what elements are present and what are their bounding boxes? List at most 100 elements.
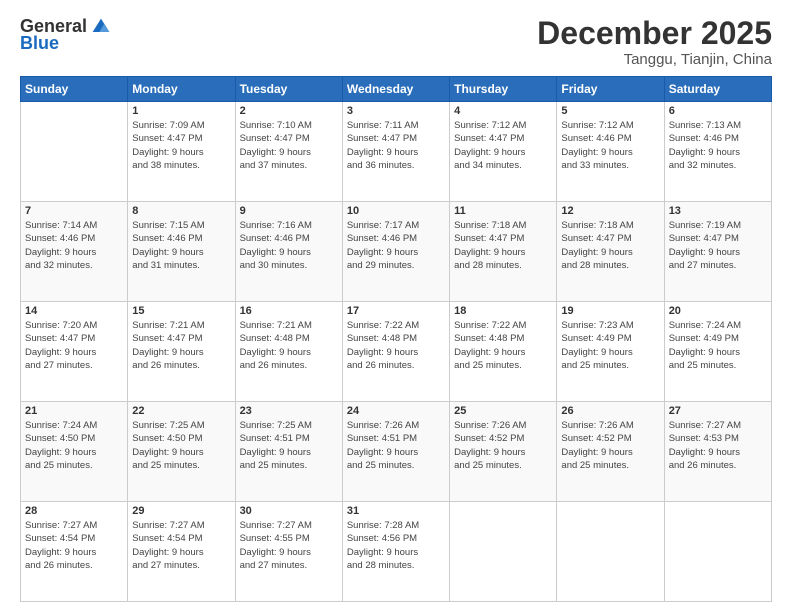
day-info: Sunrise: 7:27 AMSunset: 4:54 PMDaylight:… [132, 519, 230, 572]
day-info: Sunrise: 7:25 AMSunset: 4:51 PMDaylight:… [240, 419, 338, 472]
calendar-cell: 12 Sunrise: 7:18 AMSunset: 4:47 PMDayligh… [557, 202, 664, 302]
calendar-cell: 13 Sunrise: 7:19 AMSunset: 4:47 PMDayligh… [664, 202, 771, 302]
calendar-cell: 27Sunrise: 7:27 AMSunset: 4:53 PMDayligh… [664, 402, 771, 502]
calendar-week-row: 7Sunrise: 7:14 AMSunset: 4:46 PMDaylight… [21, 202, 772, 302]
calendar-cell: 22Sunrise: 7:25 AMSunset: 4:50 PMDayligh… [128, 402, 235, 502]
weekday-header-saturday: Saturday [664, 77, 771, 102]
day-number: 20 [669, 305, 767, 317]
calendar-cell: 2 Sunrise: 7:10 AMSunset: 4:47 PMDaylight… [235, 102, 342, 202]
day-info: Sunrise: 7:21 AMSunset: 4:48 PMDaylight:… [240, 319, 338, 372]
day-number: 23 [240, 405, 338, 417]
day-info: Sunrise: 7:26 AMSunset: 4:51 PMDaylight:… [347, 419, 445, 472]
day-info: Sunrise: 7:19 AMSunset: 4:47 PMDaylight:… [669, 219, 767, 272]
calendar-cell: 16 Sunrise: 7:21 AMSunset: 4:48 PMDayligh… [235, 302, 342, 402]
day-info: Sunrise: 7:14 AMSunset: 4:46 PMDaylight:… [25, 219, 123, 272]
day-number: 21 [25, 405, 123, 417]
calendar-week-row: 21 Sunrise: 7:24 AMSunset: 4:50 PMDayligh… [21, 402, 772, 502]
day-number: 11 [454, 205, 552, 217]
day-info: Sunrise: 7:15 AMSunset: 4:46 PMDaylight:… [132, 219, 230, 272]
calendar-cell: 9 Sunrise: 7:16 AMSunset: 4:46 PMDaylight… [235, 202, 342, 302]
day-number: 5 [561, 105, 659, 117]
day-info: Sunrise: 7:10 AMSunset: 4:47 PMDaylight:… [240, 119, 338, 172]
weekday-header-thursday: Thursday [450, 77, 557, 102]
day-info: Sunrise: 7:12 AMSunset: 4:46 PMDaylight:… [561, 119, 659, 172]
day-number: 17 [347, 305, 445, 317]
day-number: 9 [240, 205, 338, 217]
calendar-cell: 11 Sunrise: 7:18 AMSunset: 4:47 PMDayligh… [450, 202, 557, 302]
calendar-cell: 18 Sunrise: 7:22 AMSunset: 4:48 PMDayligh… [450, 302, 557, 402]
day-number: 6 [669, 105, 767, 117]
day-number: 3 [347, 105, 445, 117]
calendar-cell [450, 502, 557, 602]
day-number: 14 [25, 305, 123, 317]
day-info: Sunrise: 7:18 AMSunset: 4:47 PMDaylight:… [454, 219, 552, 272]
day-info: Sunrise: 7:21 AMSunset: 4:47 PMDaylight:… [132, 319, 230, 372]
day-info: Sunrise: 7:09 AMSunset: 4:47 PMDaylight:… [132, 119, 230, 172]
day-info: Sunrise: 7:27 AMSunset: 4:55 PMDaylight:… [240, 519, 338, 572]
day-number: 4 [454, 105, 552, 117]
weekday-header-sunday: Sunday [21, 77, 128, 102]
day-info: Sunrise: 7:27 AMSunset: 4:53 PMDaylight:… [669, 419, 767, 472]
day-info: Sunrise: 7:24 AMSunset: 4:49 PMDaylight:… [669, 319, 767, 372]
day-number: 15 [132, 305, 230, 317]
calendar-cell: 26Sunrise: 7:26 AMSunset: 4:52 PMDayligh… [557, 402, 664, 502]
calendar-cell: 1 Sunrise: 7:09 AMSunset: 4:47 PMDaylight… [128, 102, 235, 202]
calendar-cell: 25 Sunrise: 7:26 AMSunset: 4:52 PMDayligh… [450, 402, 557, 502]
day-number: 18 [454, 305, 552, 317]
weekday-header-monday: Monday [128, 77, 235, 102]
calendar-cell: 31Sunrise: 7:28 AMSunset: 4:56 PMDayligh… [342, 502, 449, 602]
calendar-cell [557, 502, 664, 602]
day-info: Sunrise: 7:26 AMSunset: 4:52 PMDaylight:… [454, 419, 552, 472]
calendar-cell: 19Sunrise: 7:23 AMSunset: 4:49 PMDayligh… [557, 302, 664, 402]
calendar-cell: 24 Sunrise: 7:26 AMSunset: 4:51 PMDayligh… [342, 402, 449, 502]
day-number: 30 [240, 505, 338, 517]
day-info: Sunrise: 7:12 AMSunset: 4:47 PMDaylight:… [454, 119, 552, 172]
day-number: 25 [454, 405, 552, 417]
calendar-week-row: 28 Sunrise: 7:27 AMSunset: 4:54 PMDayligh… [21, 502, 772, 602]
header: General Blue December 2025 Tanggu, Tianj… [20, 16, 772, 68]
day-number: 13 [669, 205, 767, 217]
day-number: 1 [132, 105, 230, 117]
calendar-cell [664, 502, 771, 602]
calendar-cell: 28Sunrise: 7:27 AMSunset: 4:54 PMDayligh… [21, 502, 128, 602]
day-info: Sunrise: 7:24 AMSunset: 4:50 PMDaylight:… [25, 419, 123, 472]
day-info: Sunrise: 7:11 AMSunset: 4:47 PMDaylight:… [347, 119, 445, 172]
month-title: December 2025 [537, 16, 772, 51]
calendar-cell: 21 Sunrise: 7:24 AMSunset: 4:50 PMDayligh… [21, 402, 128, 502]
day-number: 31 [347, 505, 445, 517]
day-number: 16 [240, 305, 338, 317]
day-info: Sunrise: 7:18 AMSunset: 4:47 PMDaylight:… [561, 219, 659, 272]
logo-icon [91, 17, 111, 37]
calendar-cell: 29 Sunrise: 7:27 AMSunset: 4:54 PMDayligh… [128, 502, 235, 602]
day-number: 29 [132, 505, 230, 517]
calendar-cell: 6 Sunrise: 7:13 AMSunset: 4:46 PMDaylight… [664, 102, 771, 202]
calendar-week-row: 1 Sunrise: 7:09 AMSunset: 4:47 PMDaylight… [21, 102, 772, 202]
calendar-header-row: SundayMondayTuesdayWednesdayThursdayFrid… [21, 77, 772, 102]
calendar-cell: 3 Sunrise: 7:11 AMSunset: 4:47 PMDaylight… [342, 102, 449, 202]
logo-blue-text: Blue [20, 33, 59, 54]
calendar-cell: 23 Sunrise: 7:25 AMSunset: 4:51 PMDayligh… [235, 402, 342, 502]
calendar-cell: 20 Sunrise: 7:24 AMSunset: 4:49 PMDayligh… [664, 302, 771, 402]
calendar-cell: 4 Sunrise: 7:12 AMSunset: 4:47 PMDaylight… [450, 102, 557, 202]
day-info: Sunrise: 7:22 AMSunset: 4:48 PMDaylight:… [454, 319, 552, 372]
day-number: 12 [561, 205, 659, 217]
calendar-table: SundayMondayTuesdayWednesdayThursdayFrid… [20, 76, 772, 602]
weekday-header-tuesday: Tuesday [235, 77, 342, 102]
day-info: Sunrise: 7:26 AMSunset: 4:52 PMDaylight:… [561, 419, 659, 472]
calendar-cell: 8Sunrise: 7:15 AMSunset: 4:46 PMDaylight… [128, 202, 235, 302]
logo: General Blue [20, 16, 111, 54]
calendar-week-row: 14Sunrise: 7:20 AMSunset: 4:47 PMDayligh… [21, 302, 772, 402]
calendar-cell: 7Sunrise: 7:14 AMSunset: 4:46 PMDaylight… [21, 202, 128, 302]
day-info: Sunrise: 7:16 AMSunset: 4:46 PMDaylight:… [240, 219, 338, 272]
weekday-header-wednesday: Wednesday [342, 77, 449, 102]
day-info: Sunrise: 7:22 AMSunset: 4:48 PMDaylight:… [347, 319, 445, 372]
day-number: 24 [347, 405, 445, 417]
calendar-cell: 5 Sunrise: 7:12 AMSunset: 4:46 PMDaylight… [557, 102, 664, 202]
page-container: General Blue December 2025 Tanggu, Tianj… [0, 0, 792, 612]
title-block: December 2025 Tanggu, Tianjin, China [537, 16, 772, 68]
day-number: 28 [25, 505, 123, 517]
calendar-cell: 17 Sunrise: 7:22 AMSunset: 4:48 PMDayligh… [342, 302, 449, 402]
day-info: Sunrise: 7:13 AMSunset: 4:46 PMDaylight:… [669, 119, 767, 172]
day-number: 2 [240, 105, 338, 117]
day-info: Sunrise: 7:17 AMSunset: 4:46 PMDaylight:… [347, 219, 445, 272]
